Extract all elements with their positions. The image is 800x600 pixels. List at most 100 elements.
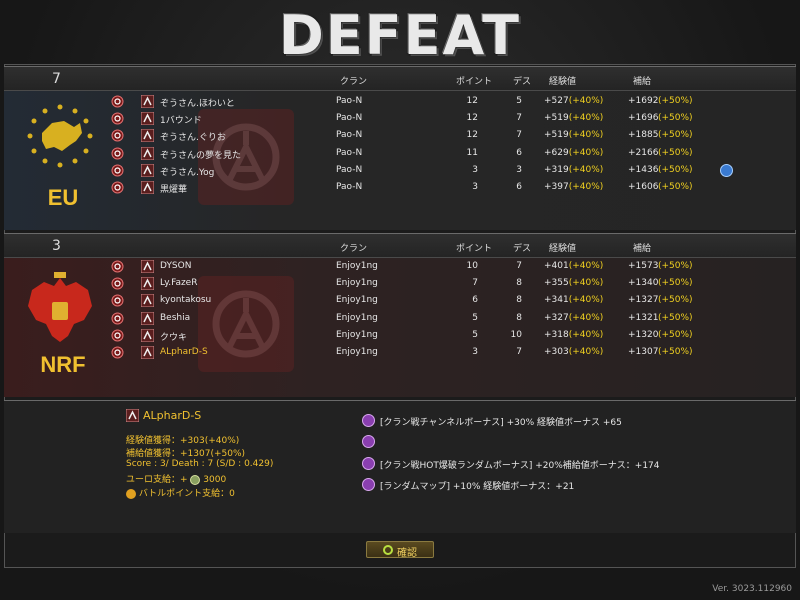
player-clan: Pao-N — [336, 96, 363, 106]
rank-icon — [141, 146, 154, 160]
team-panel-eu: 7 クラン ポイント デス 経験値 補給 EU ぞうさん.ほわいと Pao-N 12… — [4, 66, 796, 230]
supply-bonus: (+50%) — [658, 329, 693, 340]
team-header: 7 クラン ポイント デス 経験値 補給 — [4, 67, 796, 91]
player-supply: +1307 — [628, 347, 659, 357]
exp-value: +318 — [544, 329, 569, 340]
exp-bonus: (+40%) — [568, 312, 604, 323]
exp-value: +629 — [544, 147, 569, 158]
euro-line: ユーロ支給：+ 3000 — [126, 472, 226, 485]
player-points: 3 — [472, 182, 478, 192]
confirm-label: 確認 — [397, 548, 417, 559]
player-supply: +1320 — [628, 329, 659, 340]
player-deaths: 7 — [516, 347, 522, 357]
rank-icon — [141, 95, 154, 108]
bonus-icon — [362, 435, 375, 448]
result-title: DEFEAT — [279, 4, 521, 67]
player-row[interactable]: ぞうさん.ほわいと Pao-N 12 5 +1692 +527(+40%) (+50%) — [4, 94, 796, 111]
player-status-icon — [111, 294, 124, 307]
player-points: 12 — [466, 96, 478, 106]
voice-chat-icon[interactable] — [720, 163, 733, 177]
col-header-points: ポイント — [456, 77, 493, 87]
bonus-text: [クラン戦HOT爆破ランダムボーナス] +20%補給値ボーナス：+174 — [380, 461, 660, 471]
player-row[interactable]: 1バウンド Pao-N 12 7 +1696 +519(+40%) (+50%) — [4, 111, 796, 128]
supply-bonus: (+50%) — [658, 261, 693, 271]
player-row[interactable]: 黒燿華 Pao-N 3 6 +1606 +397(+40%) (+50%) — [4, 180, 796, 197]
rank-icon — [141, 294, 154, 308]
player-deaths: 8 — [516, 295, 522, 306]
player-clan: Pao-N — [336, 182, 363, 192]
player-supply: +1340 — [628, 278, 659, 289]
exp-bonus: (+40%) — [568, 295, 604, 306]
exp-bonus: (+40%) — [568, 113, 604, 124]
player-status-icon — [111, 329, 124, 342]
player-name: Beshia — [160, 312, 191, 323]
player-row[interactable]: kyontakosu Enjoy1ng 6 8 +1327 +341(+40%) (+50%… — [4, 293, 796, 310]
player-row[interactable]: ALpharD-S Enjoy1ng 3 7 +1307 +303(+40%) (+50%) — [4, 345, 796, 362]
exp-bonus: (+40%) — [568, 278, 604, 289]
team-score: 3 — [52, 238, 61, 254]
supply-bonus: (+50%) — [658, 96, 693, 106]
player-deaths: 10 — [510, 329, 522, 340]
player-exp: +327(+40%) — [544, 313, 603, 323]
rank-icon — [141, 260, 154, 273]
battle-point-text: バトルポイント支給：0 — [138, 489, 235, 499]
player-supply: +1606 — [628, 182, 659, 192]
exp-bonus: (+40%) — [568, 261, 604, 271]
player-exp: +401(+40%) — [544, 261, 603, 271]
player-deaths: 6 — [516, 147, 522, 158]
player-name: kyontakosu — [160, 295, 212, 306]
player-status-icon — [111, 260, 124, 273]
player-deaths: 7 — [516, 130, 522, 141]
exp-value: +519 — [544, 113, 569, 124]
player-supply: +1436 — [628, 164, 659, 175]
player-deaths: 7 — [516, 261, 522, 271]
player-row[interactable]: Ly.FazeR Enjoy1ng 7 8 +1340 +355(+40%) (+50%) — [4, 276, 796, 293]
confirm-button[interactable]: 確認 — [366, 541, 434, 559]
player-status-icon — [111, 112, 124, 125]
bonus-text: [ランダムマップ] +10% 経験値ボーナス：+21 — [380, 482, 575, 492]
player-exp: +519(+40%) — [544, 113, 603, 123]
player-status-icon — [111, 312, 124, 325]
player-deaths: 8 — [516, 278, 522, 289]
player-deaths: 3 — [516, 164, 522, 175]
rank-icon — [141, 163, 154, 177]
rank-icon — [141, 181, 154, 194]
player-points: 11 — [466, 147, 478, 158]
team-score: 7 — [52, 71, 61, 87]
player-status-icon — [111, 164, 124, 177]
player-exp: +519(+40%) — [544, 130, 603, 140]
player-exp: +527(+40%) — [544, 96, 603, 106]
player-points: 5 — [472, 312, 478, 323]
player-name: DYSON — [160, 261, 192, 271]
player-row[interactable]: クウキ Enjoy1ng 5 10 +1320 +318(+40%) (+50%) — [4, 328, 796, 345]
exp-bonus: (+40%) — [568, 329, 604, 340]
supply-bonus: (+50%) — [658, 147, 693, 158]
exp-bonus: (+40%) — [568, 130, 604, 141]
player-row[interactable]: ぞうさん.Yog Pao-N 3 3 +1436 +319(+40%) (+50%) — [4, 163, 796, 180]
player-row[interactable]: DYSON Enjoy1ng 10 7 +1573 +401(+40%) (+50%) — [4, 259, 796, 276]
bonus-text: [クラン戦チャンネルボーナス] +30% 経験値ボーナス +65 — [380, 418, 622, 428]
player-deaths: 7 — [516, 113, 522, 124]
player-clan: Pao-N — [336, 113, 363, 124]
rank-icon — [141, 112, 154, 126]
player-clan: Enjoy1ng — [336, 261, 378, 271]
exp-bonus: (+40%) — [568, 347, 604, 357]
exp-value: +397 — [544, 182, 569, 192]
player-points: 6 — [472, 295, 478, 306]
player-points: 3 — [472, 164, 478, 175]
player-exp: +319(+40%) — [544, 165, 603, 175]
player-deaths: 5 — [516, 96, 522, 106]
exp-value: +519 — [544, 130, 569, 141]
rank-icon — [141, 346, 154, 359]
player-name: ぞうさん.ほわいと — [160, 99, 235, 109]
player-points: 5 — [472, 329, 478, 340]
player-row[interactable]: ぞうさんの夢を見た Pao-N 11 6 +2166 +629(+40%) (+50%) — [4, 146, 796, 163]
player-row[interactable]: ぞうさん.ぐりお Pao-N 12 7 +1885 +519(+40%) (+50%) — [4, 128, 796, 145]
rank-icon — [141, 277, 154, 291]
exp-bonus: (+40%) — [568, 147, 604, 158]
exp-value: +327 — [544, 312, 569, 323]
player-row[interactable]: Beshia Enjoy1ng 5 8 +1321 +327(+40%) (+50%) — [4, 311, 796, 328]
player-points: 10 — [466, 261, 478, 271]
player-clan: Enjoy1ng — [336, 329, 378, 340]
player-clan: Pao-N — [336, 130, 363, 141]
